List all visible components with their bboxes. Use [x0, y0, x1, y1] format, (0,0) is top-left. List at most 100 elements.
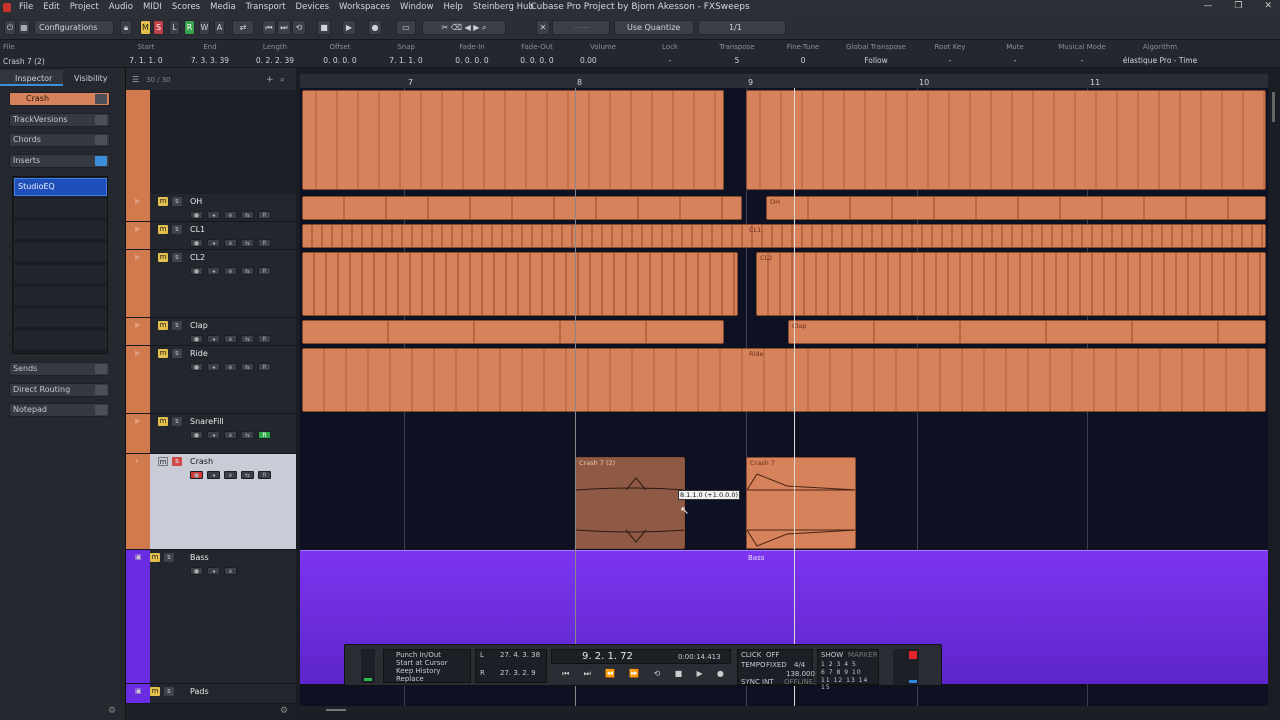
sync-label[interactable]: SYNC [741, 678, 760, 686]
track-pads[interactable]: ▣ m s Pads [126, 684, 296, 704]
marker-9[interactable]: 9 [844, 669, 849, 676]
instrument-icon[interactable]: ▣ [135, 687, 142, 695]
expand-icon[interactable]: ▾ [135, 457, 139, 465]
inserts-icon[interactable] [95, 156, 107, 166]
track-solo-button[interactable]: s [172, 321, 182, 330]
write-toggle[interactable]: W [199, 20, 210, 35]
close-icon[interactable]: ✕ [1264, 1, 1272, 11]
vertical-scrollbar[interactable] [1268, 88, 1280, 708]
info-transpose[interactable]: Transpose 5 [714, 43, 760, 65]
track-mute-button[interactable]: m [150, 553, 160, 562]
cycle-toggle-icon[interactable]: ⟲ [654, 669, 661, 685]
start-cursor-mode[interactable]: Start at Cursor [396, 659, 448, 667]
lanes-icon[interactable]: ⇆ [241, 335, 254, 343]
expand-icon[interactable]: ▶ [135, 253, 140, 261]
tempo-label[interactable]: TEMPO [741, 661, 765, 669]
audio-event-clap[interactable]: Clap [788, 320, 1266, 344]
add-track-icon[interactable]: + [266, 75, 274, 85]
marker-10[interactable]: 10 [852, 669, 862, 676]
track-ride[interactable]: ▶ m s Ride ● ◂ e ⇆ R [126, 346, 296, 414]
rewind-icon[interactable]: ⏪ [605, 669, 615, 685]
speaker-icon[interactable]: ◂ [207, 239, 220, 247]
lock-icon[interactable]: 🔒︎ [120, 20, 132, 35]
track-mute-button[interactable]: m [158, 197, 168, 206]
track-solo-button[interactable]: s [164, 687, 174, 696]
track-solo-button[interactable]: s [172, 349, 182, 358]
track-solo-button[interactable]: s [172, 417, 182, 426]
marker-row-3[interactable]: 11 12 13 14 15 [821, 677, 878, 691]
lanes-icon[interactable]: ⇆ [241, 267, 254, 275]
inspector-section-trackversions[interactable]: TrackVersions [9, 113, 110, 127]
automation-toggle[interactable]: A [214, 20, 225, 35]
power-icon[interactable]: ⏻ [4, 20, 16, 35]
speaker-icon[interactable]: ◂ [207, 431, 220, 439]
track-mute-button[interactable]: m [158, 349, 168, 358]
track-solo-button[interactable]: s [172, 457, 182, 466]
inspector-section-direct-routing[interactable]: Direct Routing [9, 383, 110, 397]
speaker-icon[interactable]: ◂ [207, 471, 220, 479]
project-cursor[interactable] [794, 88, 795, 708]
position-display[interactable]: 9. 2. 1. 72 0:00:14.413 [551, 649, 731, 664]
track-mute-button[interactable]: m [150, 687, 160, 696]
inspector-settings-icon[interactable]: ⚙ [108, 706, 116, 716]
speaker-icon[interactable]: ◂ [207, 267, 220, 275]
arrange-area[interactable]: OH CL1 CL2 Clap Ride Crash 7 (2) Crash 7… [300, 88, 1268, 708]
record-icon[interactable]: ● [368, 20, 382, 35]
read-icon[interactable]: R [258, 211, 271, 219]
marker-3[interactable]: 3 [837, 661, 842, 668]
track-mute-button[interactable]: m [158, 225, 168, 234]
tempo-value[interactable]: 138.000 [786, 670, 815, 678]
insert-slot-7[interactable] [14, 309, 107, 327]
marker-2[interactable]: 2 [829, 661, 834, 668]
expand-icon[interactable]: ▶ [135, 417, 140, 425]
track-solo-button[interactable]: s [164, 553, 174, 562]
marker-6[interactable]: 6 [821, 669, 826, 676]
edit-icon[interactable]: e [224, 335, 237, 343]
marker-5[interactable]: 5 [852, 661, 857, 668]
read-icon[interactable]: R [258, 431, 271, 439]
trackversions-icon[interactable] [95, 115, 107, 125]
insert-slot-6[interactable] [14, 287, 107, 305]
audio-event-ride[interactable]: Ride [302, 348, 1266, 412]
tab-visibility[interactable]: Visibility [74, 74, 108, 83]
track-snarefill[interactable]: ▶ m s SnareFill ● ◂ e ⇆ R [126, 414, 296, 454]
track-clap[interactable]: ▶ m s Clap ● ◂ e ⇆ R [126, 318, 296, 346]
track-solo-button[interactable]: s [172, 253, 182, 262]
track-settings-icon[interactable] [95, 94, 107, 104]
read-icon[interactable]: R [258, 335, 271, 343]
audio-event[interactable] [302, 90, 724, 190]
lanes-icon[interactable]: ⇆ [241, 211, 254, 219]
audio-event-cl2[interactable] [302, 252, 738, 316]
audio-event[interactable] [746, 90, 1266, 190]
insert-slot-2[interactable] [14, 199, 107, 217]
tracklist-settings-icon[interactable]: ⚙ [280, 706, 288, 716]
expand-icon[interactable]: ▶ [135, 321, 140, 329]
go-to-previous-icon[interactable]: ⏮ [262, 20, 276, 35]
info-offset[interactable]: Offset 0. 0. 0. 0 [318, 43, 362, 65]
read-icon[interactable]: R [258, 239, 271, 247]
play-icon[interactable]: ▶ [342, 20, 356, 35]
inspector-section-sends[interactable]: Sends [9, 362, 110, 376]
marker-15[interactable]: 15 [821, 684, 831, 691]
scroll-thumb[interactable] [326, 709, 346, 711]
edit-icon[interactable]: e [224, 363, 237, 371]
chords-icon[interactable] [95, 135, 107, 145]
object-selection-icon[interactable]: ▭ [396, 20, 416, 35]
cycle-icon[interactable]: ⟲ [292, 20, 306, 35]
edit-icon[interactable]: e [224, 431, 237, 439]
track-mute-button[interactable]: m [158, 321, 168, 330]
maximize-icon[interactable]: ❐ [1234, 1, 1242, 11]
go-to-start-icon[interactable]: ⏮ [562, 669, 569, 685]
info-fade-in[interactable]: Fade-In 0. 0. 0. 0 [450, 43, 494, 65]
monitor-icon[interactable]: ● [190, 267, 203, 275]
info-end[interactable]: End 7. 3. 3. 39 [188, 43, 232, 65]
snap-icon[interactable]: ✕ [536, 20, 550, 35]
quantize-selector[interactable]: Use Quantize [614, 20, 694, 35]
vscroll-thumb[interactable] [1272, 92, 1275, 122]
monitor-icon[interactable]: ● [190, 363, 203, 371]
info-fade-out[interactable]: Fade-Out 0. 0. 0. 0 [514, 43, 560, 65]
insert-slot-3[interactable] [14, 221, 107, 239]
expand-icon[interactable]: ▶ [135, 225, 140, 233]
info-length[interactable]: Length 0. 2. 2. 39 [252, 43, 298, 65]
direct-routing-icon[interactable] [95, 385, 107, 395]
